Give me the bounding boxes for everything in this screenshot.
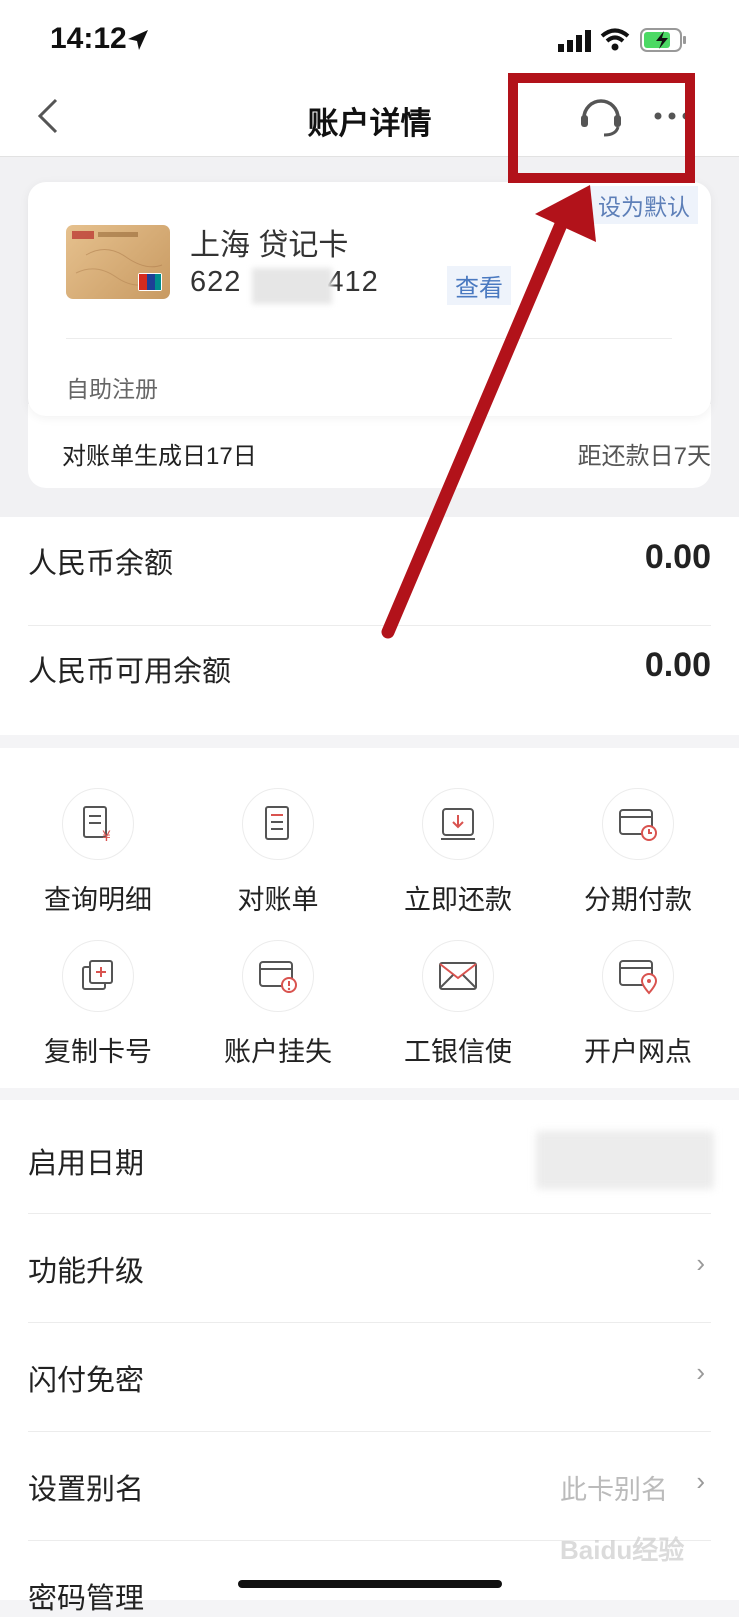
action-report-loss[interactable]: 账户挂失 xyxy=(188,940,368,1069)
card-warning-icon xyxy=(242,940,314,1012)
bank-card-image xyxy=(66,225,170,299)
location-arrow-icon xyxy=(128,30,148,50)
card-location-icon xyxy=(602,940,674,1012)
action-label: 工银信使 xyxy=(404,1037,512,1067)
envelope-icon xyxy=(422,940,494,1012)
action-installment[interactable]: 分期付款 xyxy=(548,788,728,917)
available-balance-label: 人民币可用余额 xyxy=(28,656,232,688)
wifi-icon xyxy=(600,28,630,51)
action-label: 账户挂失 xyxy=(224,1037,332,1067)
action-label: 查询明细 xyxy=(44,885,152,915)
card-number-start: 622 xyxy=(190,266,242,298)
masked-card-digits xyxy=(252,268,332,304)
bill-day: 对账单生成日17日 xyxy=(62,443,257,470)
annotation-highlight-box xyxy=(508,73,695,183)
action-repay[interactable]: 立即还款 xyxy=(368,788,548,917)
balance-value: 0.00 xyxy=(644,538,711,576)
bill-icon xyxy=(242,788,314,860)
card-divider xyxy=(66,338,672,339)
copy-plus-icon xyxy=(62,940,134,1012)
chevron-right-icon: › xyxy=(696,1466,705,1496)
action-statement[interactable]: 对账单 xyxy=(188,788,368,917)
quickpass-row[interactable]: 闪付免密 › xyxy=(0,1323,739,1431)
installment-clock-icon xyxy=(602,788,674,860)
action-messenger[interactable]: 工银信使 xyxy=(368,940,548,1069)
action-label: 分期付款 xyxy=(584,885,692,915)
statement-yuan-icon: ¥ xyxy=(62,788,134,860)
card-name: 上海 贷记卡 xyxy=(190,229,349,262)
view-card-button[interactable]: 查看 xyxy=(447,266,511,305)
action-copy-card-number[interactable]: 复制卡号 xyxy=(8,940,188,1069)
card-number-end: 412 xyxy=(327,266,379,298)
password-label: 密码管理 xyxy=(28,1583,145,1615)
home-indicator xyxy=(238,1580,502,1588)
chevron-right-icon: › xyxy=(696,1357,705,1387)
repay-download-icon xyxy=(422,788,494,860)
enable-date-value-masked xyxy=(536,1131,714,1189)
action-label: 立即还款 xyxy=(404,885,512,915)
action-label: 复制卡号 xyxy=(44,1037,152,1067)
action-label: 对账单 xyxy=(237,885,319,915)
svg-text:¥: ¥ xyxy=(102,829,111,843)
battery-icon xyxy=(640,28,686,52)
action-branch[interactable]: 开户网点 xyxy=(548,940,728,1069)
self-register-label: 自助注册 xyxy=(66,376,158,402)
feature-upgrade-row[interactable]: 功能升级 › xyxy=(0,1214,739,1322)
action-query-detail[interactable]: ¥ 查询明细 xyxy=(8,788,188,917)
status-time: 14:12 xyxy=(50,22,127,55)
balance-divider xyxy=(28,625,711,626)
feature-upgrade-label: 功能升级 xyxy=(28,1256,145,1288)
alias-value: 此卡别名 xyxy=(560,1475,668,1505)
chevron-right-icon: › xyxy=(696,1248,705,1278)
signal-icon xyxy=(558,30,591,52)
action-label: 开户网点 xyxy=(584,1037,692,1067)
watermark-text: Baidu经验 xyxy=(560,1535,685,1565)
quickpass-label: 闪付免密 xyxy=(28,1365,145,1397)
balance-label: 人民币余额 xyxy=(28,548,174,580)
set-default-button[interactable]: 设为默认 xyxy=(590,186,698,224)
available-balance-value: 0.00 xyxy=(644,646,711,684)
enable-date-label: 启用日期 xyxy=(28,1148,145,1180)
alias-label: 设置别名 xyxy=(28,1474,145,1506)
due-day: 距还款日7天 xyxy=(577,443,711,470)
